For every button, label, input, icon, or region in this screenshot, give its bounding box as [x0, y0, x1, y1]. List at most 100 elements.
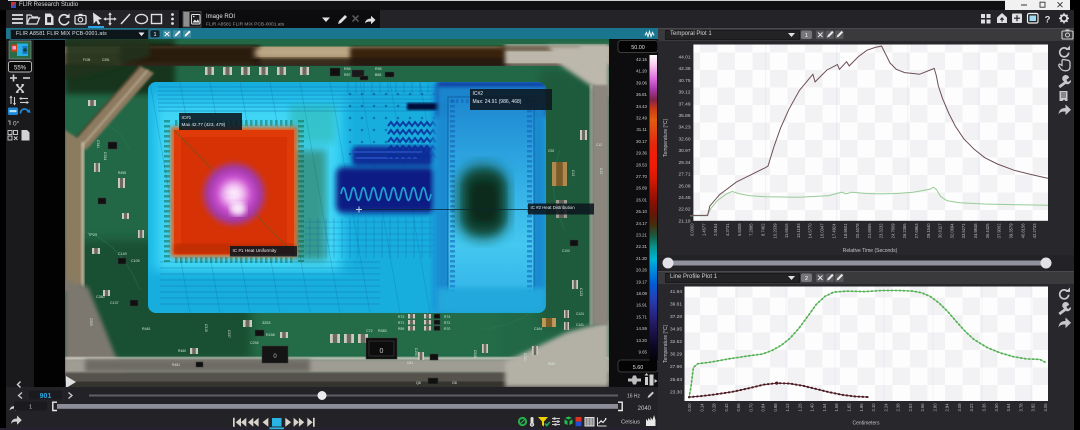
- svg-text:33.5271: 33.5271: [961, 223, 966, 239]
- svg-text:IC#2: IC#2: [473, 91, 484, 97]
- svg-text:1.12: 1.12: [785, 403, 790, 412]
- svg-text:Celsius: Celsius: [621, 420, 640, 426]
- svg-text:2.9154: 2.9154: [713, 223, 718, 236]
- svg-text:15.71: 15.71: [636, 314, 648, 319]
- svg-text:32.60: 32.60: [678, 136, 690, 142]
- svg-text:42.2733: 42.2733: [1032, 223, 1037, 239]
- svg-text:1.40: 1.40: [810, 403, 815, 412]
- svg-text:39.06: 39.06: [636, 80, 648, 85]
- svg-text:3.22: 3.22: [969, 403, 974, 412]
- svg-text:17.4924: 17.4924: [831, 223, 836, 239]
- svg-text:25.10: 25.10: [636, 209, 648, 214]
- svg-text:34.95: 34.95: [670, 327, 682, 333]
- svg-text:20.26: 20.26: [636, 268, 648, 273]
- svg-text:44.01: 44.01: [678, 55, 690, 61]
- svg-text:0.98: 0.98: [773, 403, 778, 412]
- svg-text:IC #2 Heat Distribution: IC #2 Heat Distribution: [531, 205, 576, 210]
- svg-text:27.6963: 27.6963: [914, 223, 919, 239]
- svg-text:29.36: 29.36: [636, 151, 648, 156]
- svg-text:41.20: 41.20: [636, 69, 648, 74]
- svg-text:1: 1: [29, 405, 32, 411]
- svg-text:30.17: 30.17: [636, 139, 648, 144]
- svg-text:Temperature [°C]: Temperature [°C]: [663, 118, 669, 156]
- svg-text:55%: 55%: [14, 65, 27, 71]
- svg-text:18.9501: 18.9501: [843, 223, 848, 239]
- svg-text:3.78: 3.78: [1018, 403, 1023, 412]
- svg-text:Max 42.77 (423, 479): Max 42.77 (423, 479): [182, 122, 226, 127]
- svg-text:3.08: 3.08: [957, 403, 962, 412]
- svg-text:50.00: 50.00: [631, 45, 645, 51]
- svg-text:27.71: 27.71: [678, 172, 690, 178]
- svg-text:13.20: 13.20: [636, 338, 648, 343]
- svg-text:31.11: 31.11: [636, 127, 647, 132]
- svg-text:2.66: 2.66: [920, 403, 925, 412]
- svg-text:8.7462: 8.7462: [761, 223, 766, 236]
- svg-text:32.49: 32.49: [636, 116, 648, 121]
- svg-text:3.36: 3.36: [982, 403, 987, 412]
- svg-text:32.0694: 32.0694: [949, 223, 954, 239]
- svg-text:14.59: 14.59: [636, 326, 648, 331]
- svg-text:13.1193: 13.1193: [796, 223, 801, 238]
- svg-text:Relative Time (Seconds): Relative Time (Seconds): [843, 248, 898, 254]
- svg-text:0.28: 0.28: [712, 403, 717, 412]
- svg-text:23.30: 23.30: [670, 389, 682, 395]
- svg-text:34.23: 34.23: [678, 125, 690, 131]
- svg-text:42.15: 42.15: [636, 57, 648, 62]
- svg-text:21.8655: 21.8655: [867, 223, 872, 239]
- svg-text:IC #1 Heat Uniformity: IC #1 Heat Uniformity: [233, 248, 278, 253]
- svg-text:29.1540: 29.1540: [926, 223, 931, 239]
- svg-text:16.91: 16.91: [636, 303, 648, 308]
- svg-text:3.50: 3.50: [994, 403, 999, 412]
- svg-text:20.4078: 20.4078: [855, 223, 860, 239]
- svg-text:23.3232: 23.3232: [879, 223, 884, 239]
- svg-text:30.97: 30.97: [678, 148, 690, 154]
- svg-text:Image ROI: Image ROI: [206, 14, 235, 20]
- svg-text:4.06: 4.06: [1043, 403, 1048, 412]
- svg-text:39.12: 39.12: [678, 90, 690, 96]
- svg-text:4.3731: 4.3731: [725, 223, 730, 236]
- svg-text:28.53: 28.53: [636, 162, 648, 167]
- svg-text:0.84: 0.84: [761, 403, 766, 412]
- svg-text:5.8308: 5.8308: [737, 223, 742, 236]
- svg-text:1.4577: 1.4577: [701, 223, 706, 236]
- svg-text:2.94: 2.94: [945, 403, 950, 412]
- svg-text:0.42: 0.42: [724, 403, 729, 412]
- svg-text:29.34: 29.34: [678, 160, 690, 166]
- svg-text:7.2885: 7.2885: [749, 223, 754, 236]
- svg-text:26.01: 26.01: [636, 197, 648, 202]
- svg-text:32.62: 32.62: [670, 339, 682, 345]
- svg-text:40.8156: 40.8156: [1020, 223, 1025, 239]
- svg-text:34.9848: 34.9848: [973, 223, 978, 239]
- svg-text:37.49: 37.49: [678, 101, 690, 107]
- svg-text:1.96: 1.96: [859, 403, 864, 412]
- svg-text:1.54: 1.54: [822, 403, 827, 412]
- svg-text:27.70: 27.70: [636, 174, 648, 179]
- svg-text:41.94: 41.94: [670, 289, 682, 295]
- svg-text:9.65: 9.65: [638, 350, 647, 355]
- svg-text:23.21: 23.21: [636, 233, 648, 238]
- svg-text:24.7809: 24.7809: [890, 223, 895, 239]
- svg-text:42.38: 42.38: [678, 66, 690, 72]
- svg-text:22.31: 22.31: [636, 244, 648, 249]
- svg-text:35.86: 35.86: [678, 113, 690, 119]
- svg-text:30.29: 30.29: [670, 352, 682, 358]
- svg-text:26.08: 26.08: [678, 183, 690, 189]
- svg-text:24.17: 24.17: [636, 221, 648, 226]
- svg-text:19.17: 19.17: [636, 279, 648, 284]
- svg-text:0.70: 0.70: [748, 403, 753, 412]
- svg-text:901: 901: [40, 393, 52, 400]
- svg-text:0.56: 0.56: [736, 403, 741, 412]
- svg-text:36.4425: 36.4425: [985, 223, 990, 239]
- svg-text:27.96: 27.96: [670, 364, 682, 370]
- svg-text:1.82: 1.82: [847, 403, 852, 412]
- svg-text:36.81: 36.81: [636, 92, 648, 97]
- svg-text:3.92: 3.92: [1031, 403, 1036, 412]
- svg-text:FLIR A8581 FLIR MIX PCB-0001.a: FLIR A8581 FLIR MIX PCB-0001.ats: [206, 22, 285, 28]
- svg-text:16.0347: 16.0347: [820, 223, 825, 239]
- svg-text:2: 2: [805, 276, 808, 282]
- svg-text:1: 1: [153, 32, 156, 38]
- svg-text:14.5770: 14.5770: [808, 223, 813, 239]
- svg-text:22.82: 22.82: [678, 207, 690, 213]
- svg-text:0.14: 0.14: [699, 403, 704, 412]
- svg-text:30.6117: 30.6117: [938, 223, 943, 238]
